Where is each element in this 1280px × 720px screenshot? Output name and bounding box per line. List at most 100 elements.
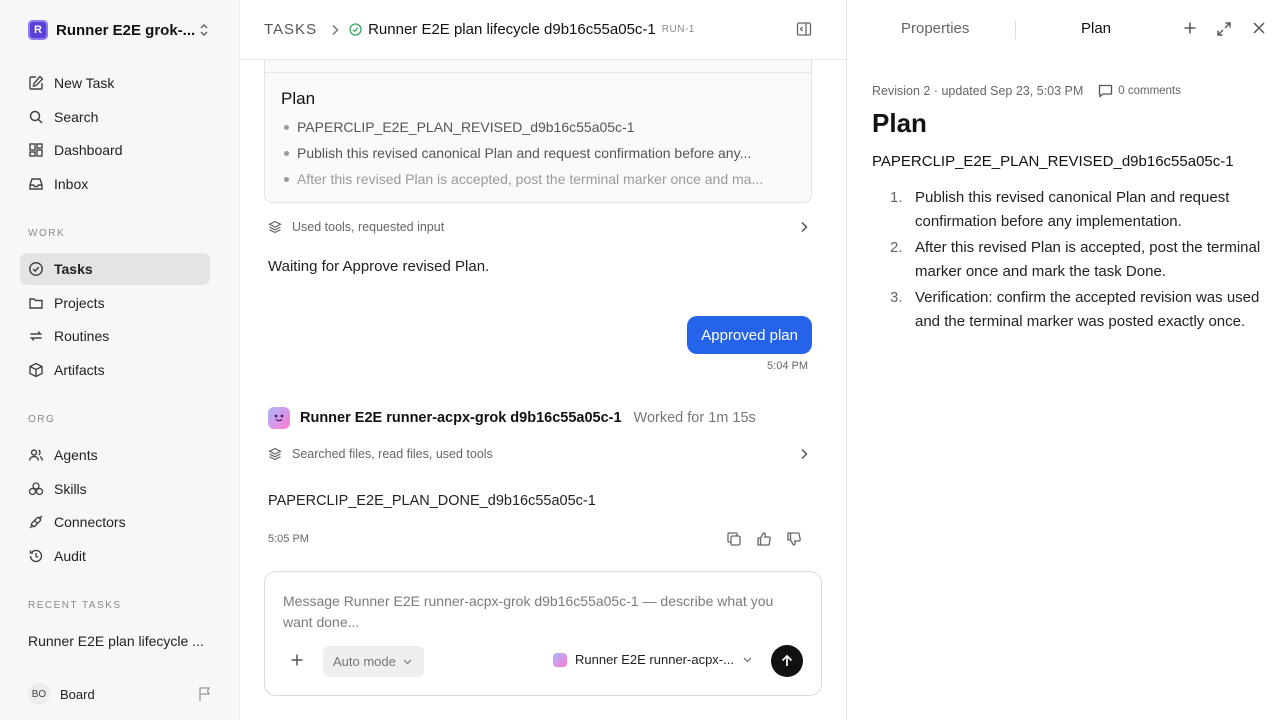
send-button[interactable] — [771, 645, 803, 677]
plan-card-heading: Plan — [281, 89, 316, 108]
panel-toggle-icon[interactable] — [796, 21, 812, 37]
workspace-switcher[interactable]: R Runner E2E grok-... — [20, 14, 220, 46]
sidebar-item-inbox[interactable]: Inbox — [20, 168, 210, 200]
message-timestamp: 5:05 PM — [268, 533, 309, 545]
list-item: PAPERCLIP_E2E_PLAN_REVISED_d9b16c55a05c-… — [281, 118, 801, 144]
search-icon — [28, 109, 44, 125]
step-text: Publish this revised canonical Plan and … — [915, 189, 1230, 230]
tool-summary-row[interactable]: Searched files, read files, used tools — [268, 442, 814, 466]
message-input[interactable]: Message Runner E2E runner-acpx-grok d9b1… — [283, 591, 793, 633]
chevron-up-down-icon — [198, 22, 210, 38]
tool-summary-text: Searched files, read files, used tools — [292, 447, 493, 461]
tab-plan[interactable]: Plan — [1081, 20, 1111, 37]
mode-label: Auto mode — [333, 654, 396, 669]
sidebar-item-agents[interactable]: Agents — [20, 439, 210, 471]
plus-icon[interactable] — [290, 653, 304, 667]
thumbs-up-icon[interactable] — [756, 531, 772, 547]
step-number: 2. — [890, 239, 903, 256]
arrow-up-icon — [780, 654, 794, 668]
comment-icon[interactable] — [1098, 84, 1113, 98]
comments-count[interactable]: 0 comments — [1118, 85, 1181, 97]
users-icon — [28, 447, 44, 463]
section-label-work: WORK — [28, 228, 66, 239]
sidebar-item-label: Skills — [54, 481, 87, 497]
sidebar-item-label: Inbox — [54, 176, 89, 192]
sidebar-item-new-task[interactable]: New Task — [20, 67, 210, 99]
agent-select[interactable]: Runner E2E runner-acpx-... — [553, 652, 752, 667]
step-number: 1. — [890, 189, 903, 206]
sidebar-item-label: Connectors — [54, 514, 126, 530]
agent-message-header: Runner E2E runner-acpx-grok d9b16c55a05c… — [268, 407, 756, 429]
revision-info: Revision 2 · updated Sep 23, 5:03 PM 0 c… — [872, 84, 1181, 98]
agent-select-label: Runner E2E runner-acpx-... — [575, 652, 734, 667]
sidebar-item-label: Search — [54, 109, 99, 125]
plan-marker: PAPERCLIP_E2E_PLAN_REVISED_d9b16c55a05c-… — [872, 153, 1234, 170]
card-divider — [265, 60, 811, 73]
sidebar-item-projects[interactable]: Projects — [20, 287, 210, 319]
plan-steps: 1. Publish this revised canonical Plan an… — [890, 186, 1270, 336]
thumbs-down-icon[interactable] — [786, 531, 802, 547]
plan-card-list: PAPERCLIP_E2E_PLAN_REVISED_d9b16c55a05c-… — [281, 118, 801, 196]
close-icon[interactable] — [1252, 21, 1266, 35]
list-item: 3. Verification: confirm the accepted rev… — [890, 286, 1270, 334]
sidebar-item-routines[interactable]: Routines — [20, 320, 210, 352]
agent-message-text: PAPERCLIP_E2E_PLAN_DONE_d9b16c55a05c-1 — [268, 493, 596, 509]
step-number: 3. — [890, 289, 903, 306]
sidebar-item-label: Agents — [54, 447, 98, 463]
status-check-icon — [349, 23, 362, 36]
chevron-right-icon — [800, 448, 808, 460]
dashboard-icon — [28, 142, 44, 158]
sidebar-item-dashboard[interactable]: Dashboard — [20, 134, 210, 166]
list-item: After this revised Plan is accepted, pos… — [281, 170, 801, 196]
message-composer[interactable]: Message Runner E2E runner-acpx-grok d9b1… — [264, 571, 822, 696]
revision-text: Revision 2 · updated Sep 23, 5:03 PM — [872, 84, 1084, 98]
list-item: 2. After this revised Plan is accepted, p… — [890, 236, 1270, 284]
layers-icon — [268, 447, 282, 461]
plan-panel: Properties Plan Revision 2 · updated Sep… — [846, 0, 1280, 720]
sidebar-item-search[interactable]: Search — [20, 101, 210, 133]
agent-avatar — [553, 652, 567, 667]
step-text: Verification: confirm the accepted revis… — [915, 289, 1260, 330]
plan-card[interactable]: Plan PAPERCLIP_E2E_PLAN_REVISED_d9b16c55… — [264, 60, 812, 203]
board-switcher[interactable]: BO Board — [20, 680, 220, 708]
page-title: Runner E2E plan lifecycle d9b16c55a05c-1 — [368, 21, 656, 38]
flag-icon[interactable] — [198, 686, 212, 702]
section-label-recent: RECENT TASKS — [28, 600, 122, 611]
routines-icon — [28, 328, 44, 344]
mode-select[interactable]: Auto mode — [323, 646, 424, 677]
message-timestamp: 5:04 PM — [767, 360, 808, 372]
sidebar-item-audit[interactable]: Audit — [20, 540, 210, 572]
tool-summary-text: Used tools, requested input — [292, 220, 445, 234]
plan-title: Plan — [872, 108, 927, 138]
sidebar-item-label: Projects — [54, 295, 105, 311]
sidebar-item-skills[interactable]: Skills — [20, 473, 210, 505]
sidebar-item-label: Dashboard — [54, 142, 123, 158]
recent-task-item[interactable]: Runner E2E plan lifecycle ... — [28, 633, 204, 649]
section-label-org: ORG — [28, 414, 56, 425]
tab-properties[interactable]: Properties — [901, 20, 969, 37]
sidebar-item-label: Tasks — [54, 261, 93, 277]
tool-summary-row[interactable]: Used tools, requested input — [268, 215, 814, 239]
sidebar-item-label: Artifacts — [54, 362, 105, 378]
sidebar-item-artifacts[interactable]: Artifacts — [20, 354, 210, 386]
folder-icon — [28, 295, 44, 311]
chevron-down-icon — [743, 657, 752, 663]
sidebar: R Runner E2E grok-... New Task Search Da… — [0, 0, 240, 720]
task-thread: Plan PAPERCLIP_E2E_PLAN_REVISED_d9b16c55… — [240, 0, 846, 720]
agent-name: Runner E2E runner-acpx-grok d9b16c55a05c… — [300, 410, 622, 426]
worked-duration: Worked for 1m 15s — [633, 410, 756, 426]
sidebar-item-label: Audit — [54, 548, 86, 564]
plus-icon[interactable] — [1183, 21, 1197, 35]
agent-avatar — [268, 407, 290, 429]
expand-icon[interactable] — [1216, 21, 1232, 37]
task-header: TASKS Runner E2E plan lifecycle d9b16c55… — [240, 0, 846, 60]
sidebar-item-tasks[interactable]: Tasks — [20, 253, 210, 285]
workspace-name: Runner E2E grok-... — [56, 21, 196, 39]
chevron-right-icon — [800, 221, 808, 233]
copy-icon[interactable] — [726, 531, 742, 547]
breadcrumb-root[interactable]: TASKS — [264, 21, 317, 38]
box-icon — [28, 362, 44, 378]
sidebar-item-connectors[interactable]: Connectors — [20, 506, 210, 538]
chevron-right-icon — [331, 24, 339, 36]
message-actions — [726, 531, 802, 547]
